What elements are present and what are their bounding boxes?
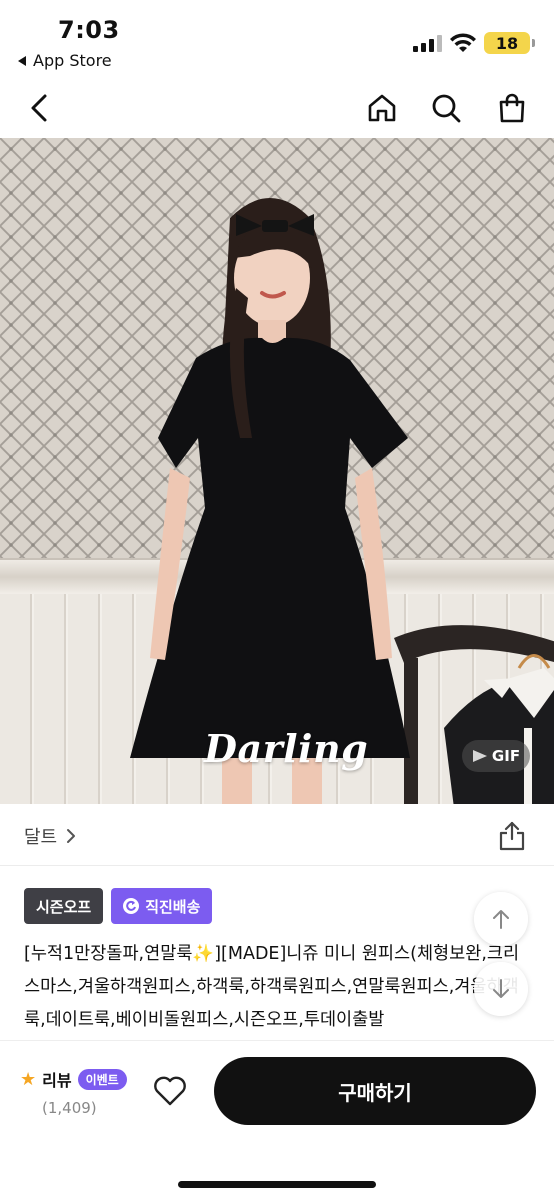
bottom-purchase-bar: ★ 리뷰 이벤트 (1,409) 구매하기: [0, 1040, 554, 1200]
back-app-label: App Store: [33, 51, 112, 70]
status-time: 7:03: [58, 16, 120, 44]
event-badge: 이벤트: [77, 1068, 127, 1090]
home-button[interactable]: [360, 86, 404, 130]
direct-shipping-badge: 직진배송: [111, 888, 213, 924]
scroll-down-button[interactable]: [474, 962, 528, 1016]
arrow-down-icon: [493, 979, 509, 998]
product-image[interactable]: Darling GIF: [0, 138, 554, 804]
shopping-bag-button[interactable]: [490, 86, 534, 130]
review-label: 리뷰: [42, 1071, 72, 1090]
chevron-left-icon: [31, 94, 47, 122]
battery-indicator: 18: [484, 32, 535, 54]
shipping-arrow-icon: [123, 898, 140, 914]
season-off-label: 시즌오프: [36, 897, 92, 916]
wifi-icon: [450, 33, 476, 52]
search-icon: [432, 94, 461, 123]
product-badges: 시즌오프 직진배송: [24, 888, 213, 924]
heart-icon[interactable]: [150, 1071, 190, 1111]
model-figure: [130, 198, 410, 804]
back-triangle-icon: [18, 55, 26, 66]
arrow-up-icon: [493, 910, 509, 929]
back-button[interactable]: [18, 86, 62, 130]
brand-name: 달트: [24, 827, 58, 848]
gif-label: GIF: [491, 747, 521, 765]
cellular-signal-icon: [413, 34, 442, 52]
top-navigation: [0, 80, 554, 138]
brand-row: 달트: [0, 804, 554, 866]
back-to-app-store-link[interactable]: App Store: [18, 51, 112, 70]
home-icon: [368, 94, 396, 122]
hero-overlay-text: Darling: [204, 726, 369, 771]
star-icon: ★: [20, 1068, 37, 1090]
play-triangle-icon: [472, 750, 487, 762]
product-title: [누적1만장돌파,연말룩✨][MADE]니쥬 미니 원피스(체형보완,크리스마스…: [24, 944, 520, 1030]
status-bar: 7:03 App Store 18: [0, 0, 554, 78]
review-count: (1,409): [42, 1099, 97, 1117]
review-link[interactable]: ★ 리뷰 이벤트: [20, 1067, 127, 1091]
shopping-bag-icon: [499, 93, 525, 123]
direct-shipping-label: 직진배송: [145, 897, 201, 916]
chevron-right-icon: [67, 829, 76, 843]
home-indicator[interactable]: [178, 1181, 376, 1188]
share-icon[interactable]: [496, 820, 528, 852]
buy-button[interactable]: 구매하기: [214, 1057, 536, 1125]
search-button[interactable]: [424, 86, 468, 130]
scroll-up-button[interactable]: [474, 892, 528, 946]
season-off-badge: 시즌오프: [24, 888, 104, 924]
gif-badge[interactable]: GIF: [462, 740, 530, 772]
brand-link[interactable]: 달트: [24, 823, 77, 849]
